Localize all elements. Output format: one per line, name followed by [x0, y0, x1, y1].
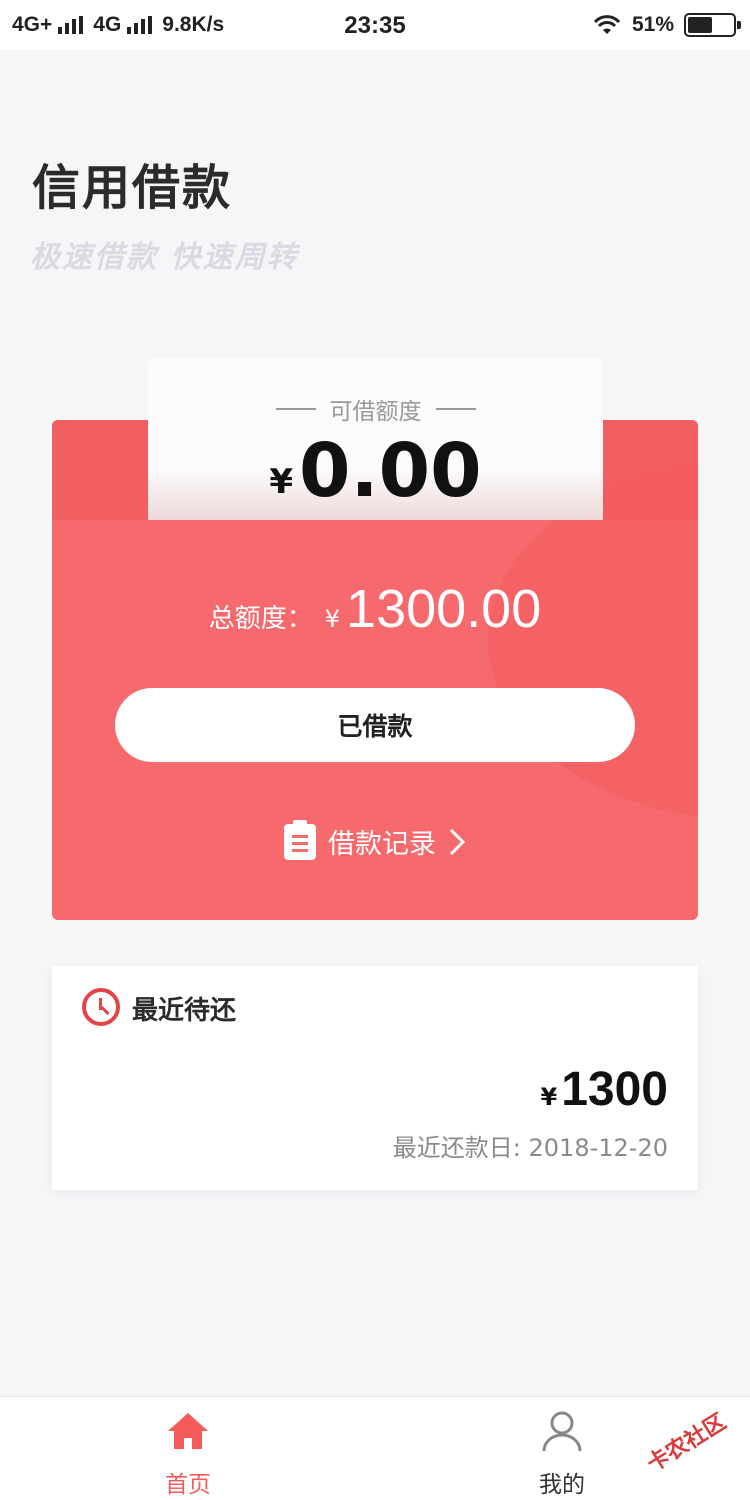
home-icon [168, 1413, 208, 1449]
loan-records-link[interactable]: 借款记录 [52, 819, 698, 861]
available-credit-amount-row: ¥ 0.00 [148, 434, 603, 508]
chevron-right-icon [449, 828, 466, 855]
user-icon [542, 1411, 582, 1452]
currency-symbol: ¥ [324, 605, 341, 633]
battery-fill [688, 17, 713, 33]
total-credit-amount: 1300.00 [346, 579, 542, 639]
available-credit-label: 可借额度 [329, 399, 422, 425]
loan-records-label: 借款记录 [328, 829, 436, 860]
nav-home-label: 首页 [165, 1472, 211, 1498]
currency-symbol: ¥ [269, 462, 294, 502]
currency-symbol: ¥ [540, 1083, 558, 1111]
recent-repayment-card[interactable]: 最近待还 ¥ 1300 最近还款日: 2018-12-20 [52, 966, 698, 1190]
battery-percent: 51% [631, 13, 674, 36]
available-credit-amount: 0.00 [299, 428, 482, 514]
total-credit-label: 总额度： [208, 604, 313, 634]
status-right: 51% [592, 13, 741, 37]
nav-mine-label: 我的 [539, 1472, 585, 1498]
document-icon [284, 819, 316, 860]
repayment-due-date: 最近还款日: 2018-12-20 [392, 1134, 668, 1162]
page-title: 信用借款 [32, 160, 233, 216]
recent-repayment-title: 最近待还 [132, 996, 237, 1026]
available-credit-label-row: 可借额度 [148, 392, 603, 426]
battery-icon [684, 13, 741, 37]
status-bar: 4G+ 4G 9.8K/s 23:35 51% [0, 0, 750, 50]
nav-home[interactable]: 首页 [128, 1397, 248, 1500]
borrowed-button[interactable]: 已借款 [115, 688, 635, 762]
repayment-amount-row: ¥ 1300 [541, 1062, 668, 1117]
total-credit-row: 总额度： ¥ 1300.00 [52, 578, 698, 640]
clock-icon [82, 988, 120, 1026]
page-subtitle: 极速借款 快速周转 [30, 240, 299, 275]
divider [275, 408, 316, 410]
nav-mine[interactable]: 我的 [502, 1397, 622, 1500]
bottom-nav: 首页 我的 [0, 1396, 750, 1500]
repayment-amount: 1300 [561, 1063, 668, 1116]
wifi-icon [593, 15, 621, 34]
available-credit-ticket: 可借额度 ¥ 0.00 [148, 358, 603, 520]
divider [435, 408, 476, 410]
